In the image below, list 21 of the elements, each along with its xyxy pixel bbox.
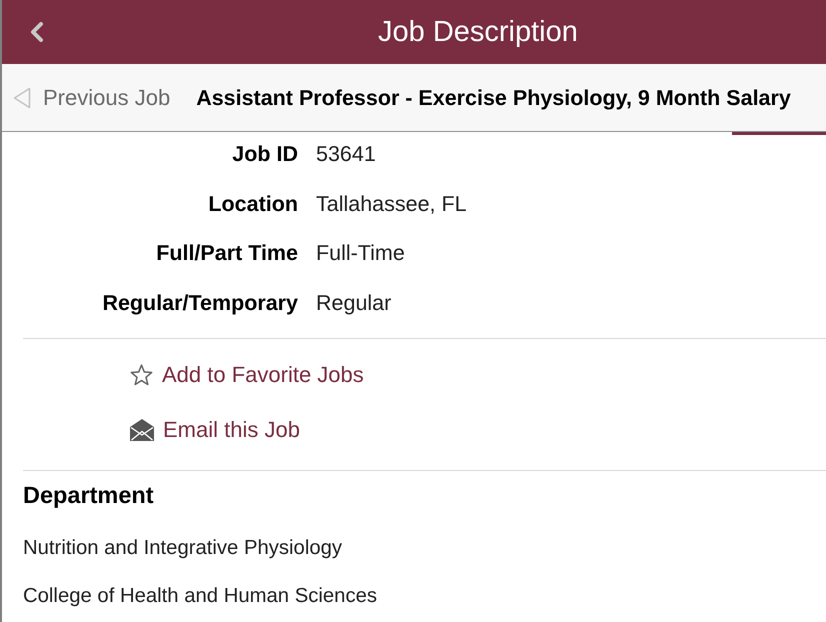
detail-label: Job ID	[231, 142, 298, 166]
department-text: Nutrition and Integrative Physiology	[23, 536, 344, 560]
email-job-link[interactable]: Email this Job	[130, 418, 300, 442]
star-outline-icon	[130, 364, 153, 386]
page-title: Job Description	[378, 15, 578, 49]
section-heading: Department	[23, 483, 155, 507]
previous-job-button[interactable]: Previous Job	[13, 84, 170, 110]
detail-label: Location	[207, 192, 298, 216]
detail-value: 53641	[316, 142, 376, 166]
detail-value: Tallahassee, FL	[316, 192, 467, 216]
back-button[interactable]	[28, 22, 45, 42]
detail-label: Full/Part Time	[155, 241, 298, 265]
detail-label: Regular/Temporary	[101, 290, 298, 314]
chevron-left-icon	[28, 22, 45, 42]
detail-value: Regular	[316, 290, 392, 314]
department-text: College of Health and Human Sciences	[23, 584, 378, 608]
favorite-link[interactable]: Add to Favorite Jobs	[130, 363, 364, 387]
envelope-icon	[130, 419, 154, 441]
job-title: Assistant Professor - Exercise Physiology, 9 Month Salary	[196, 84, 791, 110]
detail-value: Full-Time	[316, 241, 405, 265]
triangle-left-icon	[13, 86, 31, 108]
